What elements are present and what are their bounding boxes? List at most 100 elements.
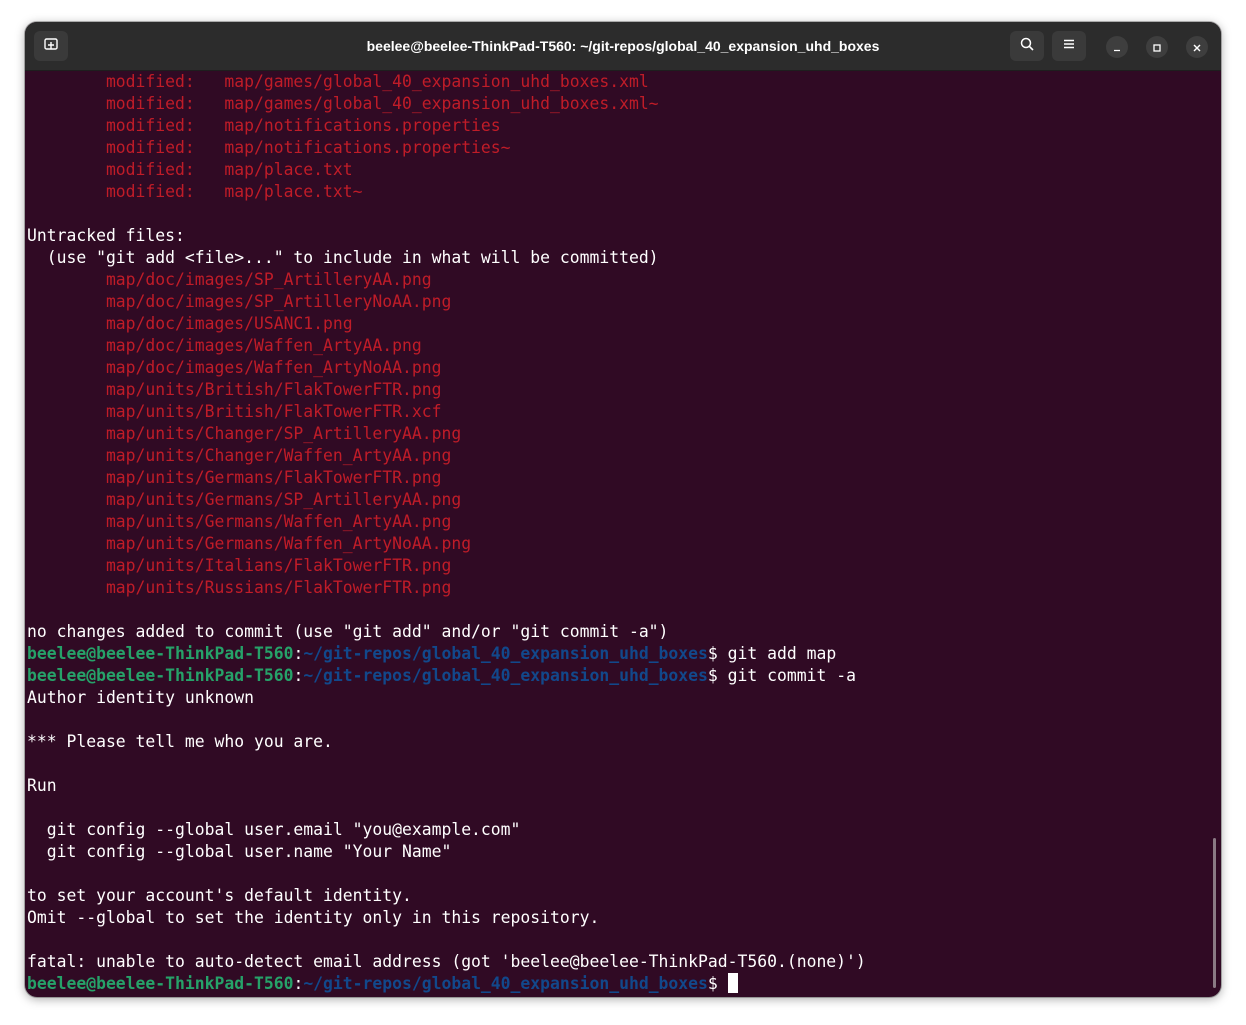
prompt-line: beelee@beelee-ThinkPad-T560:~/git-repos/…	[27, 643, 1207, 665]
line-text: modified: map/place.txt~	[27, 182, 363, 201]
line-text: (use "git add <file>..." to include in w…	[27, 248, 659, 267]
line-text: modified: map/notifications.properties	[27, 116, 501, 135]
line-text: map/units/Changer/Waffen_ArtyAA.png	[27, 446, 452, 465]
prompt-separator: :	[293, 666, 304, 685]
modified-file-line: map/units/Changer/SP_ArtilleryAA.png	[27, 423, 1207, 445]
prompt-symbol: $	[707, 666, 728, 685]
line-text: Omit --global to set the identity only i…	[27, 908, 600, 927]
modified-file-line: map/units/British/FlakTowerFTR.xcf	[27, 401, 1207, 423]
modified-file-line: map/units/Germans/Waffen_ArtyAA.png	[27, 511, 1207, 533]
prompt-separator: :	[293, 974, 304, 993]
line-text: fatal: unable to auto-detect email addre…	[27, 952, 866, 971]
line-text: modified: map/place.txt	[27, 160, 353, 179]
line-text: modified: map/games/global_40_expansion_…	[27, 94, 659, 113]
prompt-path: ~/git-repos/global_40_expansion_uhd_boxe…	[303, 644, 708, 663]
output-line: Author identity unknown	[27, 687, 1207, 709]
output-line: *** Please tell me who you are.	[27, 731, 1207, 753]
line-text: git config --global user.name "Your Name…	[27, 842, 452, 861]
output-line: no changes added to commit (use "git add…	[27, 621, 1207, 643]
line-text: map/units/Germans/Waffen_ArtyNoAA.png	[27, 534, 472, 553]
modified-file-line: map/doc/images/SP_ArtilleryAA.png	[27, 269, 1207, 291]
line-text: map/doc/images/SP_ArtilleryNoAA.png	[27, 292, 452, 311]
line-text: map/units/Germans/FlakTowerFTR.png	[27, 468, 442, 487]
modified-file-line: map/units/Changer/Waffen_ArtyAA.png	[27, 445, 1207, 467]
modified-file-line: map/units/Russians/FlakTowerFTR.png	[27, 577, 1207, 599]
terminal-window: beelee@beelee-ThinkPad-T560: ~/git-repos…	[25, 22, 1221, 997]
prompt-user: beelee@beelee-ThinkPad-T560	[27, 644, 294, 663]
line-text: map/units/Russians/FlakTowerFTR.png	[27, 578, 452, 597]
line-text: Run	[27, 776, 57, 795]
maximize-button[interactable]	[1146, 36, 1168, 58]
modified-file-line: map/units/Germans/Waffen_ArtyNoAA.png	[27, 533, 1207, 555]
line-text: map/units/Germans/SP_ArtilleryAA.png	[27, 490, 462, 509]
line-text: Author identity unknown	[27, 688, 254, 707]
modified-file-line: map/units/Germans/SP_ArtilleryAA.png	[27, 489, 1207, 511]
output-line: to set your account's default identity.	[27, 885, 1207, 907]
line-text: map/units/Germans/Waffen_ArtyAA.png	[27, 512, 452, 531]
hamburger-menu-icon	[1061, 36, 1077, 56]
line-text: map/doc/images/Waffen_ArtyAA.png	[27, 336, 422, 355]
output-line: fatal: unable to auto-detect email addre…	[27, 951, 1207, 973]
terminal-output[interactable]: modified: map/games/global_40_expansion_…	[27, 71, 1207, 997]
minimize-button[interactable]	[1106, 36, 1128, 58]
prompt-symbol: $	[707, 974, 728, 993]
prompt-symbol: $	[707, 644, 728, 663]
close-button[interactable]	[1186, 36, 1208, 58]
output-line: Untracked files:	[27, 225, 1207, 247]
modified-file-line: modified: map/notifications.properties	[27, 115, 1207, 137]
line-text: map/doc/images/SP_ArtilleryAA.png	[27, 270, 432, 289]
menu-button[interactable]	[1052, 31, 1086, 61]
line-text: Untracked files:	[27, 226, 185, 245]
line-text: map/units/Italians/FlakTowerFTR.png	[27, 556, 452, 575]
scrollbar[interactable]	[1213, 838, 1216, 988]
search-icon	[1019, 36, 1035, 56]
modified-file-line: map/units/Italians/FlakTowerFTR.png	[27, 555, 1207, 577]
line-text: map/doc/images/Waffen_ArtyNoAA.png	[27, 358, 442, 377]
maximize-icon	[1152, 38, 1162, 57]
command-text: git add map	[727, 644, 837, 663]
modified-file-line: map/units/British/FlakTowerFTR.png	[27, 379, 1207, 401]
output-line: Omit --global to set the identity only i…	[27, 907, 1207, 929]
output-line: Run	[27, 775, 1207, 797]
modified-file-line: modified: map/games/global_40_expansion_…	[27, 71, 1207, 93]
prompt-separator: :	[293, 644, 304, 663]
prompt-path: ~/git-repos/global_40_expansion_uhd_boxe…	[303, 666, 708, 685]
modified-file-line: map/doc/images/Waffen_ArtyAA.png	[27, 335, 1207, 357]
line-text: map/doc/images/USANC1.png	[27, 314, 353, 333]
close-icon	[1192, 38, 1202, 57]
line-text: map/units/British/FlakTowerFTR.png	[27, 380, 442, 399]
prompt-line: beelee@beelee-ThinkPad-T560:~/git-repos/…	[27, 973, 1207, 995]
modified-file-line: modified: map/notifications.properties~	[27, 137, 1207, 159]
line-text: map/units/Changer/SP_ArtilleryAA.png	[27, 424, 462, 443]
line-text: no changes added to commit (use "git add…	[27, 622, 669, 641]
prompt-user: beelee@beelee-ThinkPad-T560	[27, 974, 294, 993]
output-line: (use "git add <file>..." to include in w…	[27, 247, 1207, 269]
line-text: map/units/British/FlakTowerFTR.xcf	[27, 402, 442, 421]
minimize-icon	[1112, 38, 1122, 57]
output-line: git config --global user.email "you@exam…	[27, 819, 1207, 841]
modified-file-line: modified: map/games/global_40_expansion_…	[27, 93, 1207, 115]
prompt-user: beelee@beelee-ThinkPad-T560	[27, 666, 294, 685]
command-text: git commit -a	[727, 666, 856, 685]
modified-file-line: modified: map/place.txt	[27, 159, 1207, 181]
output-line: git config --global user.name "Your Name…	[27, 841, 1207, 863]
modified-file-line: map/doc/images/USANC1.png	[27, 313, 1207, 335]
prompt-path: ~/git-repos/global_40_expansion_uhd_boxe…	[303, 974, 708, 993]
line-text: modified: map/notifications.properties~	[27, 138, 511, 157]
line-text: to set your account's default identity.	[27, 886, 412, 905]
search-button[interactable]	[1010, 31, 1044, 61]
prompt-line: beelee@beelee-ThinkPad-T560:~/git-repos/…	[27, 665, 1207, 687]
modified-file-line: modified: map/place.txt~	[27, 181, 1207, 203]
line-text: modified: map/games/global_40_expansion_…	[27, 72, 649, 91]
modified-file-line: map/units/Germans/FlakTowerFTR.png	[27, 467, 1207, 489]
line-text: git config --global user.email "you@exam…	[27, 820, 521, 839]
modified-file-line: map/doc/images/SP_ArtilleryNoAA.png	[27, 291, 1207, 313]
title-bar[interactable]: beelee@beelee-ThinkPad-T560: ~/git-repos…	[25, 22, 1221, 71]
